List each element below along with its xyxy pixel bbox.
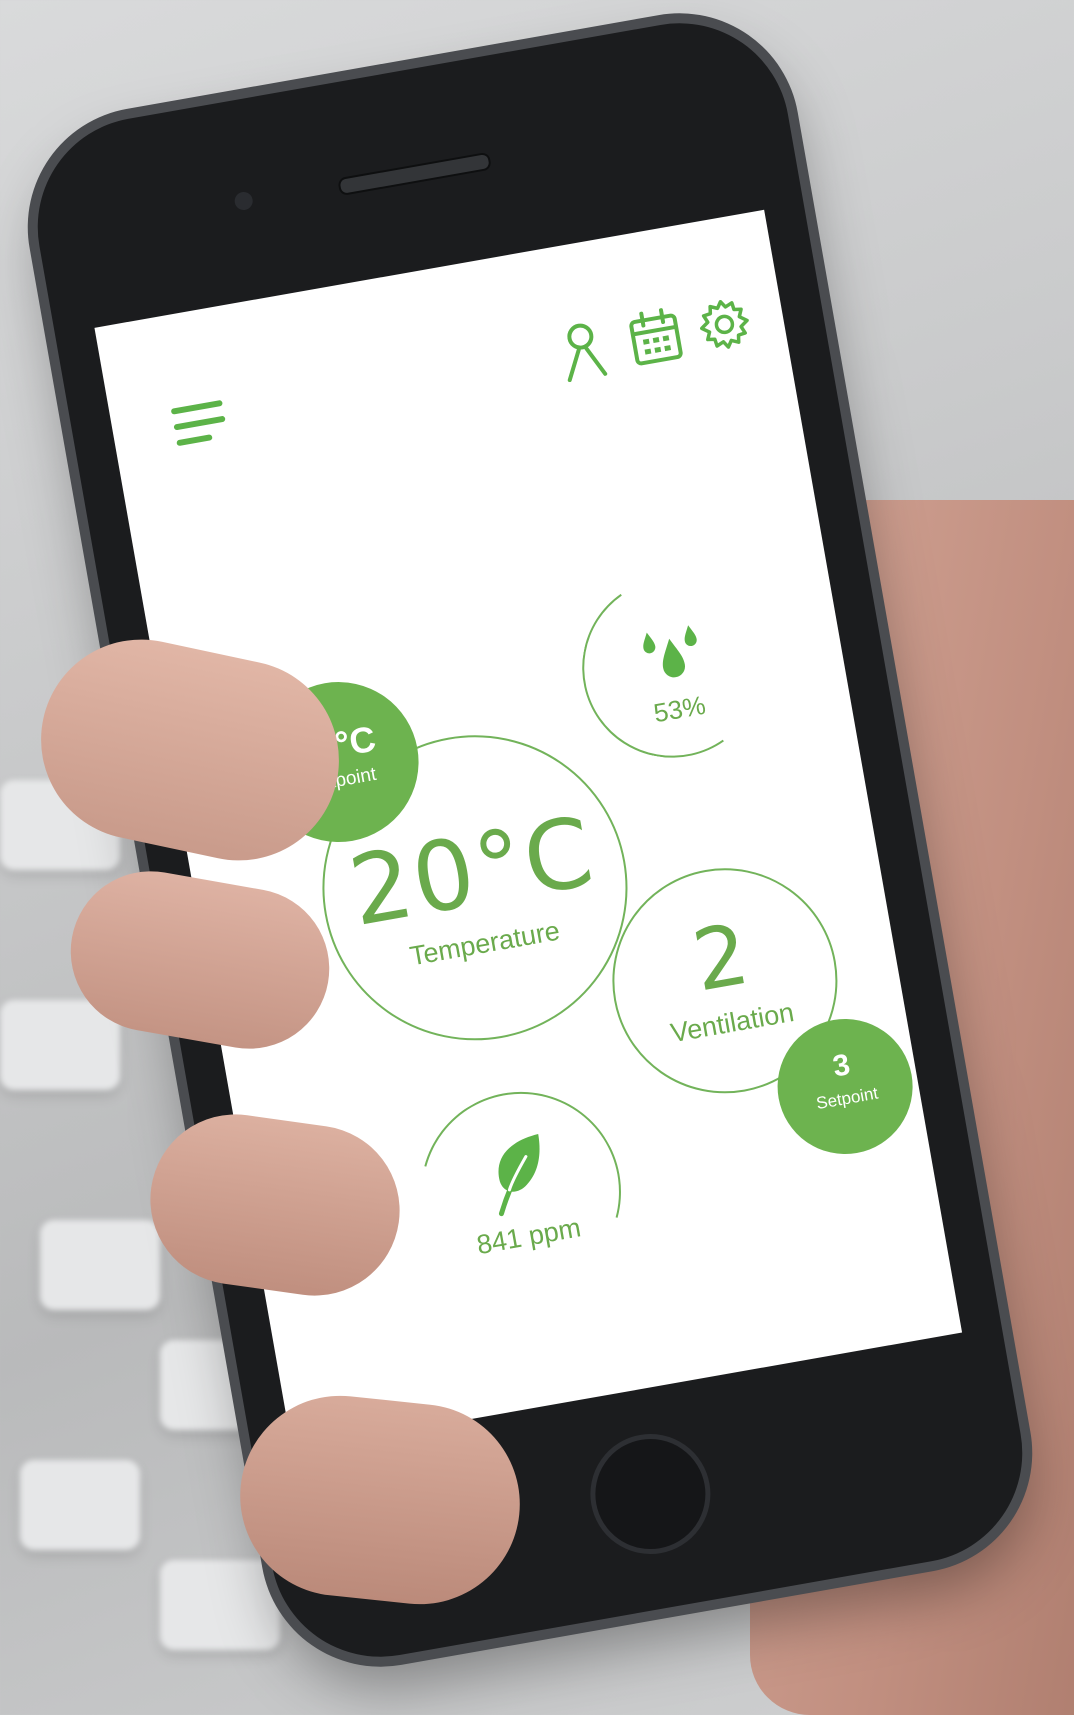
gear-icon[interactable] [694,294,754,354]
leaf-icon [478,1128,561,1219]
humidity-circle[interactable]: 53% [567,563,777,772]
humidity-content: 53% [570,566,774,770]
calendar-icon[interactable] [625,304,686,368]
co2-value: 841 ppm [474,1212,584,1261]
user-icon[interactable] [556,318,609,383]
humidity-value: 53% [651,689,708,729]
home-button[interactable] [580,1424,720,1564]
keyboard-key [20,1460,140,1550]
keyboard-key [40,1220,160,1310]
keyboard-key [160,1560,280,1650]
water-drops-icon [632,619,711,690]
co2-content: 841 ppm [407,1078,634,1305]
front-camera [233,190,255,212]
earpiece-speaker [337,151,492,197]
menu-icon[interactable] [169,397,230,452]
co2-circle[interactable]: 841 ppm [384,1055,658,1329]
